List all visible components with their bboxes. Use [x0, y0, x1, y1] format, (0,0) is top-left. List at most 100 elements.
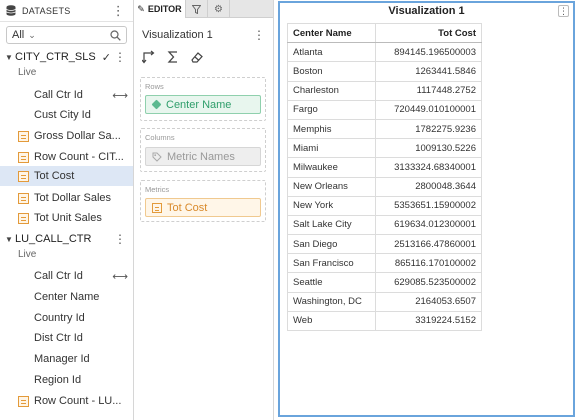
table-row[interactable]: San Diego 2513166.47860001 — [287, 234, 482, 255]
field-dist-ctr-id[interactable]: Dist Ctr Id — [0, 328, 133, 348]
cell-center-name[interactable]: Atlanta — [287, 42, 376, 63]
database-icon — [6, 5, 16, 16]
cell-tot-cost[interactable]: 1782275.9236 — [375, 118, 482, 140]
table-row[interactable]: New York 5353651.15900002 — [287, 195, 482, 216]
field-label: Cust City Id — [34, 109, 91, 121]
table-row[interactable]: Charleston 1117448.2752 — [287, 80, 482, 101]
cell-center-name[interactable]: Boston — [287, 61, 376, 82]
rows-pill-center-name[interactable]: Center Name — [145, 95, 261, 114]
datasets-title: DATASETS — [22, 5, 71, 16]
field-tot-unit-sales[interactable]: Tot Unit Sales — [0, 208, 133, 228]
table-row[interactable]: Salt Lake City 619634.012300001 — [287, 214, 482, 236]
table-row[interactable]: San Francisco 865116.170100002 — [287, 253, 482, 274]
cell-tot-cost[interactable]: 629085.523500002 — [375, 272, 482, 293]
cell-center-name[interactable]: Milwaukee — [287, 157, 376, 178]
columns-zone-label: Columns — [145, 133, 175, 142]
table-row[interactable]: Seattle 629085.523500002 — [287, 272, 482, 293]
tab-filter[interactable] — [186, 0, 208, 18]
table-row[interactable]: Milwaukee 3133324.68340001 — [287, 157, 482, 178]
cell-center-name[interactable]: Fargo — [287, 99, 376, 120]
cell-tot-cost[interactable]: 619634.012300001 — [375, 214, 482, 236]
cell-center-name[interactable]: San Francisco — [287, 253, 376, 274]
column-header-center-name[interactable]: Center Name — [287, 22, 376, 44]
cell-tot-cost[interactable]: 720449.010100001 — [375, 99, 482, 120]
sigma-icon[interactable] — [166, 50, 180, 64]
field-gross-dollar-sales[interactable]: Gross Dollar Sa... — [0, 126, 133, 146]
table-row[interactable]: Miami 1009130.5226 — [287, 138, 482, 159]
metric-icon — [18, 151, 29, 163]
field-call-ctr-id[interactable]: Call Ctr Id ⟷ — [0, 266, 133, 286]
cell-tot-cost[interactable]: 1009130.5226 — [375, 138, 482, 159]
column-header-tot-cost[interactable]: Tot Cost — [375, 22, 482, 44]
table-row[interactable]: New Orleans 2800048.3644 — [287, 176, 482, 197]
editor-menu-icon[interactable]: ⋮ — [253, 28, 265, 42]
cell-tot-cost[interactable]: 1117448.2752 — [375, 80, 482, 101]
visualization-menu-icon[interactable]: ⋮ — [558, 5, 569, 17]
cell-center-name[interactable]: San Diego — [287, 234, 376, 255]
dataset-menu-icon[interactable]: ⋮ — [114, 50, 126, 64]
tab-format[interactable]: ⚙ — [208, 0, 230, 18]
rows-pill-label: Center Name — [166, 98, 232, 111]
attribute-icon — [18, 375, 29, 386]
dataset-group-city-ctr-sls[interactable]: ▼ CITY_CTR_SLS ✓ ⋮ — [0, 50, 134, 64]
cell-center-name[interactable]: Memphis — [287, 118, 376, 140]
cell-tot-cost[interactable]: 894145.196500003 — [375, 42, 482, 63]
swap-axes-icon[interactable] — [142, 50, 156, 64]
cell-tot-cost[interactable]: 2513166.47860001 — [375, 234, 482, 255]
tab-editor[interactable]: ✎ EDITOR — [134, 0, 186, 18]
table-row[interactable]: Memphis 1782275.9236 — [287, 118, 482, 140]
field-center-name[interactable]: Center Name — [0, 287, 133, 307]
collapse-caret-icon[interactable]: ▼ — [3, 53, 15, 62]
columns-pill-metric-names[interactable]: Metric Names — [145, 147, 261, 166]
cell-tot-cost[interactable]: 5353651.15900002 — [375, 195, 482, 216]
cell-center-name[interactable]: New York — [287, 195, 376, 216]
eraser-icon[interactable] — [190, 50, 204, 64]
field-label: Call Ctr Id — [34, 270, 83, 282]
table-row[interactable]: Atlanta 894145.196500003 — [287, 42, 482, 63]
field-cust-city-id[interactable]: Cust City Id — [0, 105, 133, 125]
cell-tot-cost[interactable]: 2164053.6507 — [375, 291, 482, 312]
metric-icon — [18, 192, 29, 204]
metrics-dropzone[interactable]: Metrics Tot Cost — [140, 180, 266, 222]
field-manager-id[interactable]: Manager Id — [0, 349, 133, 369]
cell-tot-cost[interactable]: 1263441.5846 — [375, 61, 482, 82]
cell-tot-cost[interactable]: 3319224.5152 — [375, 310, 482, 332]
table-row[interactable]: Fargo 720449.010100001 — [287, 99, 482, 120]
cell-center-name[interactable]: Washington, DC — [287, 291, 376, 312]
cell-center-name[interactable]: Charleston — [287, 80, 376, 101]
pencil-icon: ✎ — [137, 3, 145, 14]
cell-center-name[interactable]: Salt Lake City — [287, 214, 376, 236]
dataset-filter-select[interactable]: All ⌄ — [6, 26, 127, 44]
cell-center-name[interactable]: New Orleans — [287, 176, 376, 197]
field-label: Region Id — [34, 374, 82, 386]
cell-tot-cost[interactable]: 2800048.3644 — [375, 176, 482, 197]
columns-dropzone[interactable]: Columns Metric Names — [140, 128, 266, 172]
field-row-count-lu[interactable]: Row Count - LU... — [0, 391, 133, 411]
field-label: Row Count - CIT... — [34, 151, 124, 163]
field-row-count-city[interactable]: Row Count - CIT... — [0, 147, 133, 167]
field-region-id[interactable]: Region Id — [0, 370, 133, 390]
field-call-ctr-id[interactable]: Call Ctr Id ⟷ — [0, 85, 133, 105]
field-country-id[interactable]: Country Id — [0, 308, 133, 328]
dataset-group-lu-call-ctr[interactable]: ▼ LU_CALL_CTR ⋮ — [0, 232, 134, 246]
visualization-panel[interactable]: Visualization 1 ⋮ Center Name Tot Cost A… — [278, 1, 575, 417]
link-icon: ⟷ — [112, 89, 128, 102]
cell-center-name[interactable]: Miami — [287, 138, 376, 159]
field-tot-dollar-sales[interactable]: Tot Dollar Sales — [0, 188, 133, 208]
search-icon[interactable] — [110, 29, 121, 41]
table-row[interactable]: Web 3319224.5152 — [287, 310, 482, 332]
table-row[interactable]: Boston 1263441.5846 — [287, 61, 482, 82]
metrics-pill-tot-cost[interactable]: Tot Cost — [145, 198, 261, 217]
table-row[interactable]: Washington, DC 2164053.6507 — [287, 291, 482, 312]
datasets-menu-icon[interactable]: ⋮ — [112, 4, 125, 17]
attribute-icon — [18, 90, 29, 101]
cell-center-name[interactable]: Seattle — [287, 272, 376, 293]
collapse-caret-icon[interactable]: ▼ — [3, 235, 15, 244]
cell-tot-cost[interactable]: 3133324.68340001 — [375, 157, 482, 178]
field-tot-cost[interactable]: Tot Cost — [0, 166, 133, 186]
cell-center-name[interactable]: Web — [287, 310, 376, 332]
dataset-menu-icon[interactable]: ⋮ — [114, 232, 126, 246]
rows-dropzone[interactable]: Rows Center Name — [140, 77, 266, 121]
field-label: Tot Cost — [34, 170, 75, 182]
cell-tot-cost[interactable]: 865116.170100002 — [375, 253, 482, 274]
